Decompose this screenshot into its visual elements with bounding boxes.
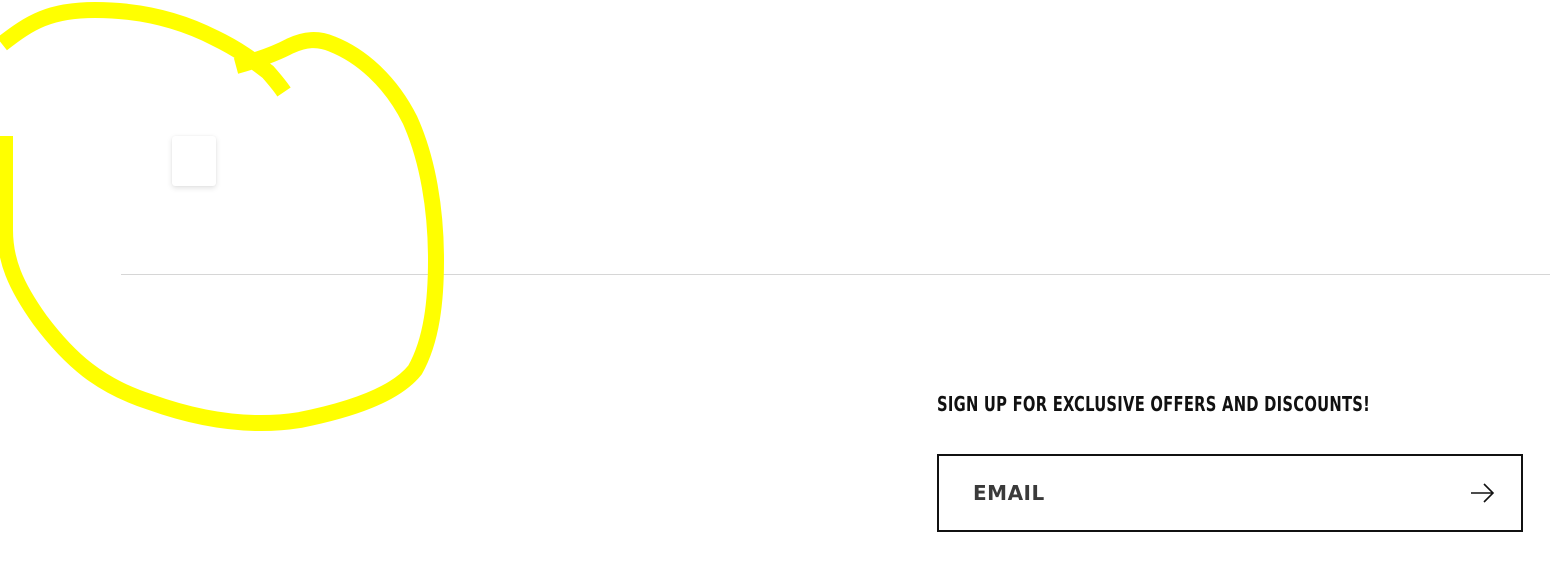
newsletter-heading: SIGN UP FOR EXCLUSIVE OFFERS AND DISCOUN… bbox=[937, 392, 1371, 416]
submit-button[interactable] bbox=[1467, 478, 1499, 508]
arrow-right-icon bbox=[1471, 483, 1495, 503]
email-input[interactable] bbox=[939, 456, 1439, 530]
footer-divider bbox=[121, 274, 1550, 275]
newsletter-signup: SIGN UP FOR EXCLUSIVE OFFERS AND DISCOUN… bbox=[937, 390, 1523, 532]
empty-card bbox=[172, 136, 216, 186]
newsletter-form bbox=[937, 454, 1523, 532]
highlight-annotation bbox=[0, 2, 444, 432]
